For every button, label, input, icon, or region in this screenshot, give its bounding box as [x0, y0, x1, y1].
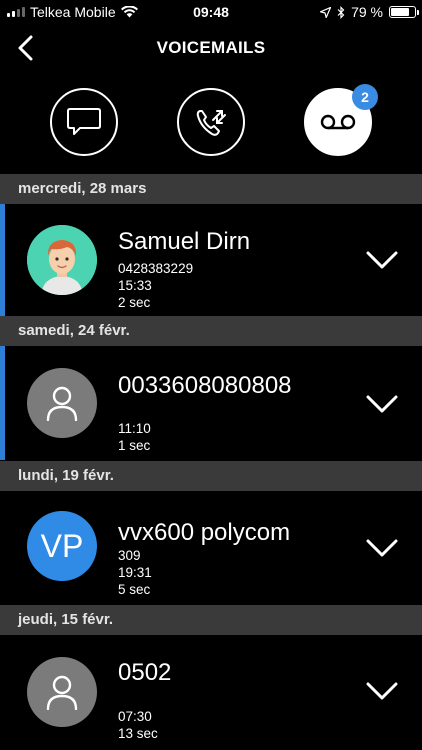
navigation-header: VOICEMAILS [0, 24, 422, 72]
voicemail-time: 19:31 [118, 565, 152, 580]
tab-messages[interactable] [50, 88, 118, 156]
chat-bubble-icon [67, 108, 101, 135]
voicemail-details: 0428383229 15:33 2 sec [118, 260, 193, 311]
avatar [27, 368, 97, 438]
voicemail-count-badge: 2 [352, 84, 378, 110]
contact-photo [27, 225, 97, 295]
voicemail-time: 11:10 [118, 421, 151, 436]
voicemail-row[interactable]: 0502 07:30 13 sec [0, 635, 422, 750]
unread-indicator [0, 204, 5, 316]
chevron-down-icon[interactable] [366, 681, 398, 701]
voicemail-details: 11:10 1 sec [118, 420, 151, 454]
date-header: mercredi, 28 mars [0, 174, 422, 204]
avatar: VP [27, 511, 97, 581]
voicemail-row[interactable]: Samuel Dirn 0428383229 15:33 2 sec [0, 204, 422, 316]
caller-number: 309 [118, 548, 141, 563]
caller-name: vvx600 polycom [118, 519, 291, 546]
battery-icon [389, 6, 419, 18]
date-header: jeudi, 15 févr. [0, 605, 422, 635]
voicemail-row[interactable]: VP vvx600 polycom 309 19:31 5 sec [0, 491, 422, 605]
battery-percentage: 79 % [351, 4, 383, 20]
avatar [27, 657, 97, 727]
chevron-down-icon[interactable] [366, 394, 398, 414]
caller-name: 0502 [118, 659, 172, 686]
chevron-down-icon[interactable] [366, 538, 398, 558]
voicemail-details: 07:30 13 sec [118, 708, 158, 742]
voicemail-duration: 13 sec [118, 726, 158, 741]
voicemail-icon [320, 114, 356, 130]
chevron-down-icon[interactable] [366, 250, 398, 270]
caller-number: 0428383229 [118, 261, 194, 276]
bluetooth-icon [337, 5, 345, 19]
status-bar: Telkea Mobile 09:48 79 % [0, 0, 422, 24]
voicemail-details: 309 19:31 5 sec [118, 547, 152, 598]
caller-name: 0033608080808 [118, 372, 292, 399]
page-title: VOICEMAILS [156, 38, 266, 57]
person-icon [46, 386, 78, 421]
status-right: 79 % [320, 4, 419, 20]
voicemail-duration: 5 sec [118, 582, 151, 597]
location-arrow-icon [320, 6, 332, 18]
date-header: lundi, 19 févr. [0, 461, 422, 491]
avatar [27, 225, 97, 295]
voicemail-duration: 1 sec [118, 438, 151, 453]
caller-name: Samuel Dirn [118, 228, 251, 255]
voicemail-time: 07:30 [118, 709, 152, 724]
voicemail-time: 15:33 [118, 278, 152, 293]
avatar-initials: VP [40, 527, 84, 564]
voicemail-row[interactable]: 0033608080808 11:10 1 sec [0, 346, 422, 460]
unread-indicator [0, 346, 5, 460]
call-history-icon [196, 110, 226, 136]
date-header: samedi, 24 févr. [0, 316, 422, 346]
tab-bar: 2 [0, 84, 422, 160]
voicemail-duration: 2 sec [118, 295, 151, 310]
person-icon [46, 675, 78, 710]
tab-call-history[interactable] [177, 88, 245, 156]
tab-voicemails[interactable]: 2 [304, 84, 378, 156]
